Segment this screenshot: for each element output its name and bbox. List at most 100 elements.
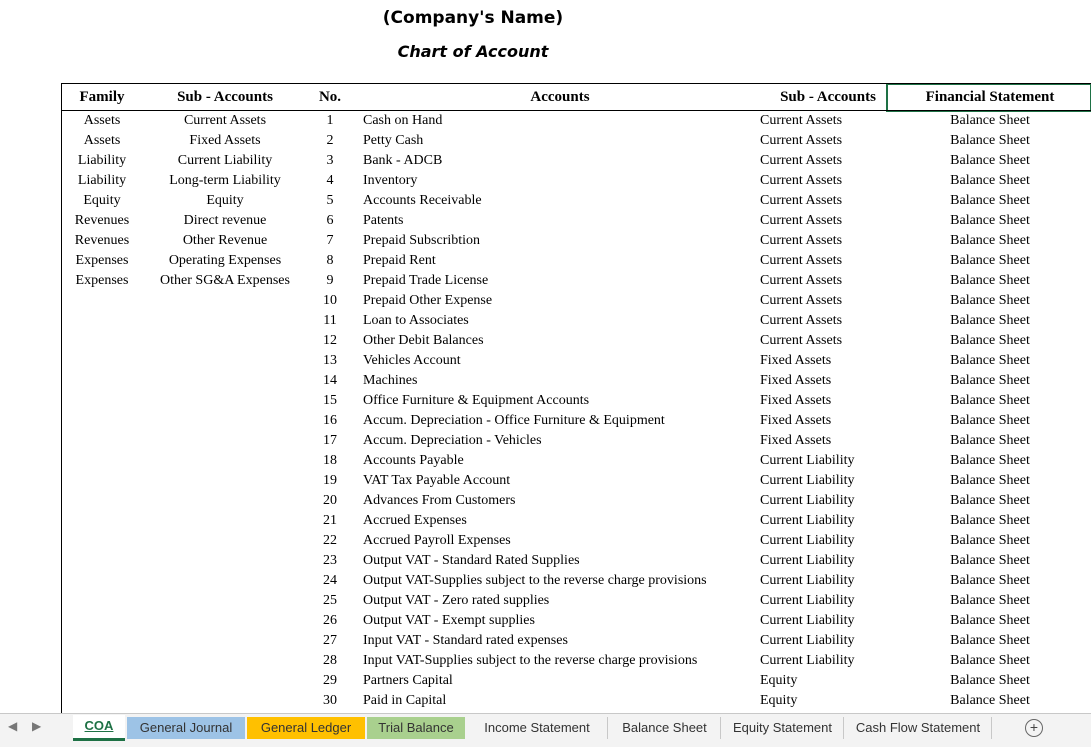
account-sub-account-cell[interactable]: Current Assets <box>760 171 888 191</box>
sheet-tab-general-ledger[interactable]: General Ledger <box>247 717 365 739</box>
financial-statement-cell[interactable]: Balance Sheet <box>888 511 1091 531</box>
account-name-cell[interactable]: Prepaid Other Expense <box>363 291 768 311</box>
account-number-cell[interactable]: 27 <box>308 631 352 651</box>
financial-statement-cell[interactable]: Balance Sheet <box>888 271 1091 291</box>
account-sub-account-cell[interactable]: Current Assets <box>760 211 888 231</box>
account-number-cell[interactable]: 6 <box>308 211 352 231</box>
account-name-cell[interactable]: Accum. Depreciation - Office Furniture &… <box>363 411 768 431</box>
account-sub-account-cell[interactable]: Current Assets <box>760 131 888 151</box>
account-name-cell[interactable]: Output VAT-Supplies subject to the rever… <box>363 571 768 591</box>
account-sub-account-cell[interactable]: Fixed Assets <box>760 391 888 411</box>
account-sub-account-cell[interactable]: Current Liability <box>760 611 888 631</box>
financial-statement-cell[interactable]: Balance Sheet <box>888 431 1091 451</box>
account-number-cell[interactable]: 14 <box>308 371 352 391</box>
account-number-cell[interactable]: 8 <box>308 251 352 271</box>
account-number-cell[interactable]: 11 <box>308 311 352 331</box>
account-sub-account-cell[interactable]: Current Liability <box>760 631 888 651</box>
sheet-tab-general-journal[interactable]: General Journal <box>127 717 245 739</box>
account-name-cell[interactable]: Output VAT - Exempt supplies <box>363 611 768 631</box>
financial-statement-cell[interactable]: Balance Sheet <box>888 131 1091 151</box>
financial-statement-cell[interactable]: Balance Sheet <box>888 331 1091 351</box>
account-name-cell[interactable]: Accounts Payable <box>363 451 768 471</box>
header-family[interactable]: Family <box>62 84 142 110</box>
family-sub-account-cell[interactable]: Fixed Assets <box>142 131 308 151</box>
family-cell[interactable]: Expenses <box>62 251 142 271</box>
account-sub-account-cell[interactable]: Current Assets <box>760 151 888 171</box>
header-sub-accounts-left[interactable]: Sub - Accounts <box>142 84 308 110</box>
financial-statement-cell[interactable]: Balance Sheet <box>888 651 1091 671</box>
family-sub-account-cell[interactable]: Current Assets <box>142 111 308 131</box>
account-name-cell[interactable]: Input VAT - Standard rated expenses <box>363 631 768 651</box>
account-name-cell[interactable]: Vehicles Account <box>363 351 768 371</box>
account-number-cell[interactable]: 23 <box>308 551 352 571</box>
account-number-cell[interactable]: 2 <box>308 131 352 151</box>
financial-statement-cell[interactable]: Balance Sheet <box>888 371 1091 391</box>
account-sub-account-cell[interactable]: Current Assets <box>760 251 888 271</box>
family-cell[interactable]: Assets <box>62 111 142 131</box>
sheet-tab-income-statement[interactable]: Income Statement <box>467 717 608 739</box>
financial-statement-cell[interactable]: Balance Sheet <box>888 211 1091 231</box>
financial-statement-cell[interactable]: Balance Sheet <box>888 551 1091 571</box>
family-cell[interactable]: Revenues <box>62 211 142 231</box>
financial-statement-cell[interactable]: Balance Sheet <box>888 631 1091 651</box>
financial-statement-cell[interactable]: Balance Sheet <box>888 471 1091 491</box>
account-name-cell[interactable]: Loan to Associates <box>363 311 768 331</box>
account-name-cell[interactable]: Cash on Hand <box>363 111 768 131</box>
account-number-cell[interactable]: 9 <box>308 271 352 291</box>
financial-statement-cell[interactable]: Balance Sheet <box>888 231 1091 251</box>
account-number-cell[interactable]: 29 <box>308 671 352 691</box>
account-number-cell[interactable]: 4 <box>308 171 352 191</box>
sheet-tab-equity-statement[interactable]: Equity Statement <box>722 717 844 739</box>
financial-statement-cell[interactable]: Balance Sheet <box>888 251 1091 271</box>
account-sub-account-cell[interactable]: Current Liability <box>760 471 888 491</box>
sheet-tab-cash-flow-statement[interactable]: Cash Flow Statement <box>845 717 992 739</box>
account-sub-account-cell[interactable]: Current Assets <box>760 291 888 311</box>
account-name-cell[interactable]: Accrued Payroll Expenses <box>363 531 768 551</box>
account-sub-account-cell[interactable]: Fixed Assets <box>760 431 888 451</box>
account-number-cell[interactable]: 25 <box>308 591 352 611</box>
family-sub-account-cell[interactable]: Operating Expenses <box>142 251 308 271</box>
header-no[interactable]: No. <box>308 84 352 110</box>
account-sub-account-cell[interactable]: Current Assets <box>760 111 888 131</box>
account-name-cell[interactable]: Output VAT - Standard Rated Supplies <box>363 551 768 571</box>
account-number-cell[interactable]: 3 <box>308 151 352 171</box>
account-sub-account-cell[interactable]: Current Liability <box>760 651 888 671</box>
financial-statement-cell[interactable]: Balance Sheet <box>888 111 1091 131</box>
account-sub-account-cell[interactable]: Current Liability <box>760 591 888 611</box>
account-sub-account-cell[interactable]: Equity <box>760 671 888 691</box>
family-sub-account-cell[interactable]: Other Revenue <box>142 231 308 251</box>
family-cell[interactable]: Assets <box>62 131 142 151</box>
account-number-cell[interactable]: 19 <box>308 471 352 491</box>
spreadsheet-grid[interactable]: Family Sub - Accounts No. Accounts Sub -… <box>61 83 1091 714</box>
account-sub-account-cell[interactable]: Current Liability <box>760 531 888 551</box>
account-name-cell[interactable]: Prepaid Rent <box>363 251 768 271</box>
family-cell[interactable]: Revenues <box>62 231 142 251</box>
account-sub-account-cell[interactable]: Current Liability <box>760 491 888 511</box>
family-sub-account-cell[interactable]: Long-term Liability <box>142 171 308 191</box>
sheet-tab-coa[interactable]: COA <box>73 715 125 741</box>
account-sub-account-cell[interactable]: Current Assets <box>760 271 888 291</box>
financial-statement-cell[interactable]: Balance Sheet <box>888 691 1091 711</box>
sheet-tab-trial-balance[interactable]: Trial Balance <box>367 717 465 739</box>
financial-statement-cell[interactable]: Balance Sheet <box>888 151 1091 171</box>
account-sub-account-cell[interactable]: Fixed Assets <box>760 371 888 391</box>
account-number-cell[interactable]: 30 <box>308 691 352 711</box>
next-sheet-icon[interactable]: ▶ <box>32 719 41 733</box>
account-sub-account-cell[interactable]: Current Liability <box>760 551 888 571</box>
account-number-cell[interactable]: 17 <box>308 431 352 451</box>
account-number-cell[interactable]: 15 <box>308 391 352 411</box>
account-number-cell[interactable]: 5 <box>308 191 352 211</box>
account-name-cell[interactable]: Bank - ADCB <box>363 151 768 171</box>
financial-statement-cell[interactable]: Balance Sheet <box>888 171 1091 191</box>
account-sub-account-cell[interactable]: Fixed Assets <box>760 411 888 431</box>
account-sub-account-cell[interactable]: Current Assets <box>760 311 888 331</box>
header-sub-accounts-right[interactable]: Sub - Accounts <box>768 84 888 110</box>
financial-statement-cell[interactable]: Balance Sheet <box>888 191 1091 211</box>
account-number-cell[interactable]: 21 <box>308 511 352 531</box>
account-name-cell[interactable]: Prepaid Subscribtion <box>363 231 768 251</box>
account-number-cell[interactable]: 26 <box>308 611 352 631</box>
account-name-cell[interactable]: Partners Capital <box>363 671 768 691</box>
financial-statement-cell[interactable]: Balance Sheet <box>888 291 1091 311</box>
financial-statement-cell[interactable]: Balance Sheet <box>888 571 1091 591</box>
account-sub-account-cell[interactable]: Current Liability <box>760 511 888 531</box>
